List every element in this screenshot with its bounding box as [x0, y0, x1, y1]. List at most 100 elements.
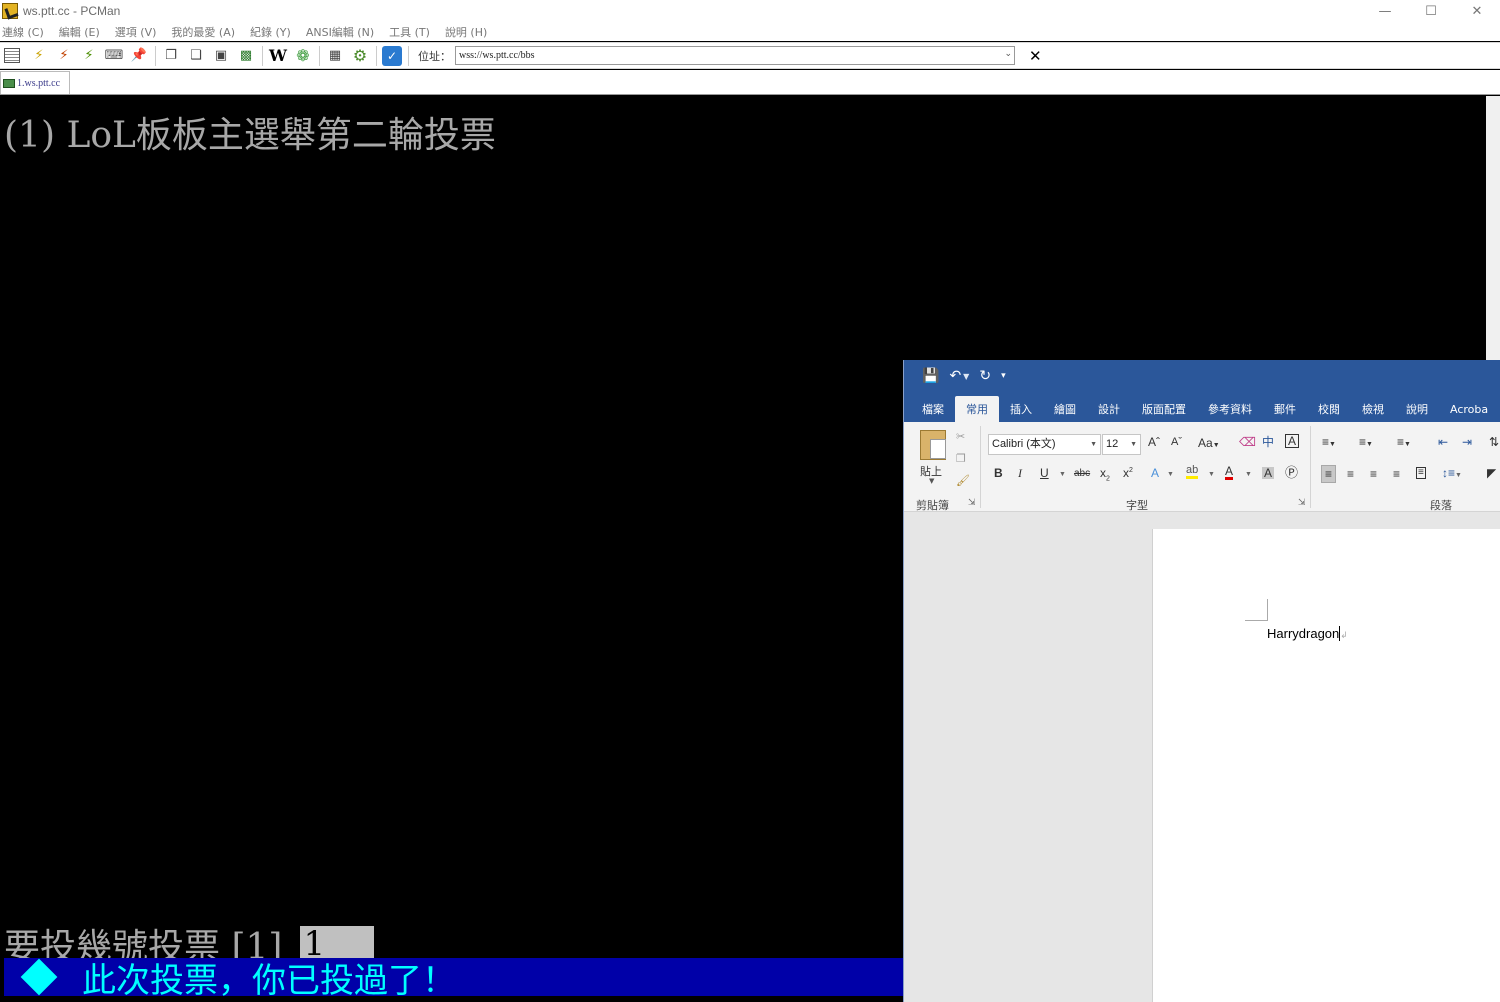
menu-favorites[interactable]: 我的最愛 (A): [171, 24, 235, 40]
menu-ansi-edit[interactable]: ANSI編輯 (N): [306, 24, 374, 40]
redo-icon[interactable]: ↻: [979, 368, 991, 384]
help-icon[interactable]: ✓: [382, 45, 402, 66]
distributed-icon[interactable]: ≡: [1416, 467, 1426, 479]
justify-icon[interactable]: ≡: [1393, 468, 1400, 480]
tab-help[interactable]: 說明: [1395, 396, 1439, 422]
subscript-icon[interactable]: x2: [1100, 467, 1110, 483]
font-size-combobox[interactable]: 12 ▼: [1102, 434, 1141, 455]
line-spacing-icon[interactable]: ↕≡▼: [1442, 467, 1462, 479]
keyboard-icon[interactable]: ⌨: [104, 46, 124, 66]
superscript-icon[interactable]: x2: [1123, 467, 1133, 479]
menu-connect[interactable]: 連線 (C): [2, 24, 44, 40]
text-effects-dropdown-icon[interactable]: ▼: [1167, 471, 1174, 478]
settings-gear-icon[interactable]: ⚙: [350, 46, 370, 66]
tab-review[interactable]: 校閱: [1307, 396, 1351, 422]
undo-icon[interactable]: ↶ ▼: [949, 368, 969, 384]
align-left-icon[interactable]: ≡: [1320, 465, 1337, 483]
phonetic-guide-icon[interactable]: 中: [1262, 436, 1274, 448]
font-launcher-icon[interactable]: ⇲: [1298, 498, 1306, 508]
enclose-characters-icon[interactable]: Ⓟ: [1285, 466, 1298, 479]
ribbon-tabs: 檔案 常用 插入 繪圖 設計 版面配置 參考資料 郵件 校閱 檢視 說明 Acr…: [904, 392, 1500, 422]
address-input[interactable]: [459, 50, 989, 61]
ansi-editor-icon[interactable]: ▦: [325, 46, 345, 66]
underline-dropdown-icon[interactable]: ▼: [1059, 471, 1066, 478]
menu-options[interactable]: 選項 (V): [115, 24, 157, 40]
bullets-icon[interactable]: ≡▼: [1322, 436, 1336, 448]
font-color-icon[interactable]: A: [1225, 465, 1234, 480]
emoticon-icon[interactable]: ❁: [293, 46, 313, 66]
italic-icon[interactable]: I: [1018, 467, 1022, 479]
chevron-down-icon[interactable]: ▼: [1090, 435, 1097, 454]
highlight-dropdown-icon[interactable]: ▼: [1208, 471, 1215, 478]
screenshot-icon[interactable]: ▩: [236, 46, 256, 66]
clear-formatting-icon[interactable]: ⌫: [1239, 436, 1256, 448]
group-separator: [1310, 426, 1311, 508]
grow-font-icon[interactable]: Aˆ: [1148, 436, 1160, 448]
cut-icon[interactable]: ✂: [956, 430, 965, 443]
chevron-down-icon[interactable]: ⌄: [1004, 49, 1012, 59]
tab-acrobat[interactable]: Acroba: [1439, 396, 1499, 422]
document-area: Harrydragon↲: [904, 513, 1500, 1002]
clipboard-launcher-icon[interactable]: ⇲: [968, 498, 976, 508]
align-center-icon[interactable]: ≡: [1347, 468, 1354, 480]
document-text-line[interactable]: Harrydragon↲: [1267, 626, 1348, 641]
tab-view[interactable]: 檢視: [1351, 396, 1395, 422]
tab-file[interactable]: 檔案: [911, 396, 955, 422]
font-color-dropdown-icon[interactable]: ▼: [1245, 471, 1252, 478]
font-size-value: 12: [1106, 438, 1119, 450]
close-window-button[interactable]: ✕: [1454, 0, 1500, 22]
numbering-icon[interactable]: ≡▼: [1359, 436, 1373, 448]
customize-qat-icon[interactable]: ▾: [1001, 371, 1006, 381]
menu-tools[interactable]: 工具 (T): [389, 24, 430, 40]
tab-insert[interactable]: 插入: [999, 396, 1043, 422]
menu-help[interactable]: 說明 (H): [445, 24, 487, 40]
chevron-down-icon[interactable]: ▼: [1130, 435, 1137, 454]
paste-dropdown-icon[interactable]: ▼: [929, 477, 934, 485]
document-page[interactable]: Harrydragon↲: [1152, 529, 1500, 1002]
tab-design[interactable]: 設計: [1087, 396, 1131, 422]
group-separator: [980, 426, 981, 508]
font-name-combobox[interactable]: Calibri (本文) ▼: [988, 434, 1101, 455]
pin-icon[interactable]: 📌: [129, 46, 149, 66]
align-right-icon[interactable]: ≡: [1370, 468, 1377, 480]
wikipedia-icon[interactable]: W: [268, 46, 288, 66]
connect-icon[interactable]: ⚡: [29, 46, 49, 66]
change-case-icon[interactable]: Aa▼: [1198, 437, 1220, 449]
tab-mailings[interactable]: 郵件: [1263, 396, 1307, 422]
shading-icon[interactable]: ◤: [1487, 467, 1496, 479]
copy-icon[interactable]: ❐: [956, 452, 966, 465]
minimize-button[interactable]: —: [1362, 0, 1408, 22]
shrink-font-icon[interactable]: Aˇ: [1171, 437, 1182, 448]
paste-clipboard-icon[interactable]: [920, 430, 946, 460]
sort-icon[interactable]: ⇅: [1489, 436, 1499, 448]
strikethrough-icon[interactable]: abc: [1074, 469, 1090, 479]
address-combobox[interactable]: ⌄: [455, 46, 1015, 65]
reconnect-icon[interactable]: ⚡: [79, 46, 99, 66]
multilevel-list-icon[interactable]: ≡▼: [1397, 436, 1411, 448]
tab-connection-1[interactable]: 1.ws.ptt.cc: [0, 71, 70, 94]
menu-edit[interactable]: 編輯 (E): [59, 24, 100, 40]
paste-icon[interactable]: ❑: [186, 46, 206, 66]
tab-references[interactable]: 參考資料: [1197, 396, 1263, 422]
character-border-icon[interactable]: A: [1285, 434, 1300, 448]
highlight-icon[interactable]: ab: [1186, 465, 1199, 479]
decrease-indent-icon[interactable]: ⇤: [1438, 436, 1448, 448]
format-painter-icon[interactable]: 🖌: [956, 474, 970, 487]
save-icon[interactable]: 💾: [922, 368, 939, 384]
character-shading-icon[interactable]: A: [1262, 467, 1275, 479]
text-effects-icon[interactable]: A: [1151, 467, 1159, 479]
site-list-icon[interactable]: [4, 48, 20, 63]
copy-with-color-icon[interactable]: ▣: [211, 46, 231, 66]
close-connection-icon[interactable]: ✕: [1029, 47, 1042, 65]
disconnect-icon[interactable]: ⚡: [54, 46, 74, 66]
underline-icon[interactable]: U: [1040, 467, 1049, 479]
tab-draw[interactable]: 繪圖: [1043, 396, 1087, 422]
maximize-button[interactable]: ☐: [1408, 0, 1454, 22]
copy-icon[interactable]: ❐: [161, 46, 181, 66]
tab-label: 1.ws.ptt.cc: [17, 77, 61, 89]
bold-icon[interactable]: B: [994, 467, 1003, 479]
menu-history[interactable]: 紀錄 (Y): [250, 24, 291, 40]
tab-layout[interactable]: 版面配置: [1131, 396, 1197, 422]
tab-home[interactable]: 常用: [955, 396, 999, 422]
increase-indent-icon[interactable]: ⇥: [1462, 436, 1472, 448]
